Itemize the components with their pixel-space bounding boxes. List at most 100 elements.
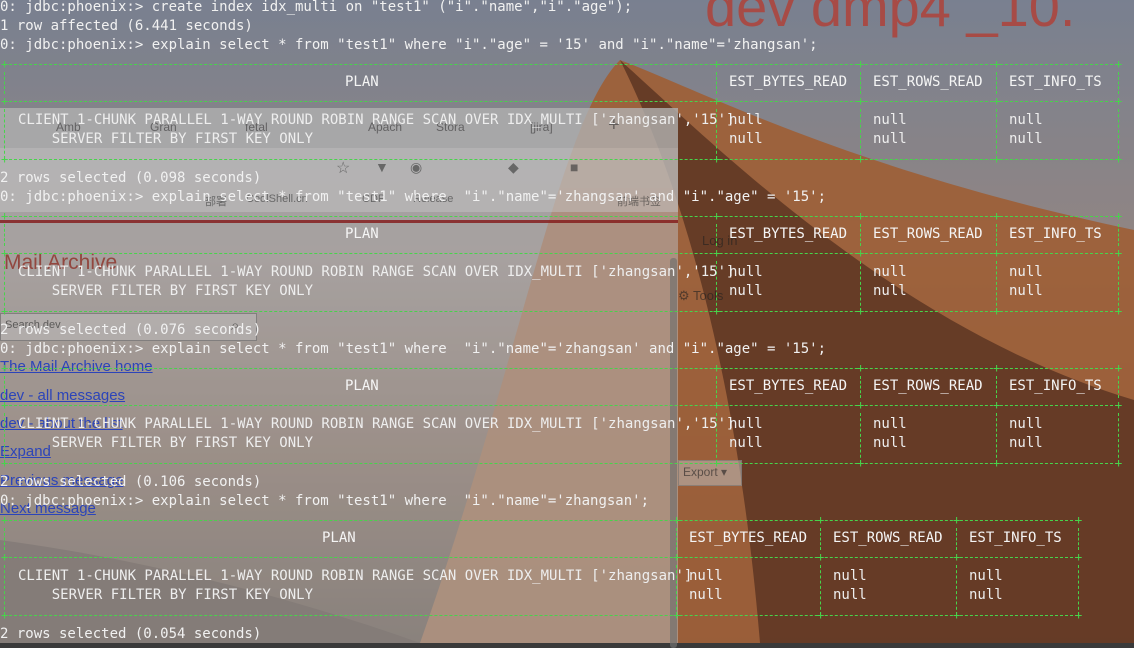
table-column-divider bbox=[4, 413, 5, 463]
table-border-line bbox=[4, 311, 1118, 312]
command-line: 0: jdbc:phoenix:> explain select * from … bbox=[0, 189, 827, 205]
column-header: PLAN bbox=[345, 74, 379, 90]
table-column-divider bbox=[996, 109, 997, 159]
table-corner-marker: + bbox=[713, 94, 721, 108]
result-line: 1 row affected (6.441 seconds) bbox=[0, 18, 253, 34]
table-corner-marker: + bbox=[1075, 550, 1083, 564]
column-header: EST_BYTES_READ bbox=[729, 378, 848, 394]
table-corner-marker: + bbox=[953, 550, 961, 564]
table-column-divider bbox=[860, 413, 861, 463]
table-border-line bbox=[4, 253, 1118, 254]
terminal-window[interactable]: 0: jdbc:phoenix:> create index idx_multi… bbox=[0, 0, 1134, 643]
command-line: 0: jdbc:phoenix:> create index idx_multi… bbox=[0, 0, 633, 15]
table-column-divider bbox=[860, 72, 861, 94]
table-corner-marker: + bbox=[673, 513, 681, 527]
command-line: 0: jdbc:phoenix:> explain select * from … bbox=[0, 37, 818, 53]
table-column-divider bbox=[860, 224, 861, 246]
estimate-cell: null bbox=[833, 568, 867, 584]
table-corner-marker: + bbox=[1, 361, 9, 375]
column-header: PLAN bbox=[345, 378, 379, 394]
plan-cell: CLIENT 1-CHUNK PARALLEL 1-WAY ROUND ROBI… bbox=[18, 416, 735, 432]
estimate-cell: null bbox=[969, 587, 1003, 603]
table-column-divider bbox=[860, 261, 861, 311]
estimate-cell: null bbox=[873, 283, 907, 299]
table-column-divider bbox=[956, 528, 957, 550]
table-column-divider bbox=[820, 565, 821, 615]
column-header: EST_ROWS_READ bbox=[873, 74, 983, 90]
table-column-divider bbox=[820, 528, 821, 550]
table-corner-marker: + bbox=[1, 246, 9, 260]
table-column-divider bbox=[996, 413, 997, 463]
table-column-divider bbox=[860, 376, 861, 398]
plan-cell: SERVER FILTER BY FIRST KEY ONLY bbox=[18, 587, 314, 603]
table-corner-marker: + bbox=[993, 94, 1001, 108]
table-column-divider bbox=[956, 565, 957, 615]
table-column-divider bbox=[996, 376, 997, 398]
table-corner-marker: + bbox=[1115, 209, 1123, 223]
estimate-cell: null bbox=[873, 416, 907, 432]
estimate-cell: null bbox=[1009, 416, 1043, 432]
table-border-line bbox=[4, 615, 1078, 616]
estimate-cell: null bbox=[833, 587, 867, 603]
plan-cell: SERVER FILTER BY FIRST KEY ONLY bbox=[18, 435, 314, 451]
table-column-divider bbox=[676, 528, 677, 550]
column-header: EST_BYTES_READ bbox=[729, 74, 848, 90]
estimate-cell: null bbox=[729, 131, 763, 147]
table-column-divider bbox=[1118, 72, 1119, 94]
table-corner-marker: + bbox=[993, 361, 1001, 375]
column-header: EST_ROWS_READ bbox=[873, 226, 983, 242]
estimate-cell: null bbox=[1009, 283, 1043, 299]
table-border-line bbox=[4, 520, 1078, 521]
table-column-divider bbox=[716, 72, 717, 94]
table-corner-marker: + bbox=[1115, 246, 1123, 260]
table-column-divider bbox=[996, 224, 997, 246]
table-corner-marker: + bbox=[1115, 398, 1123, 412]
table-border-line bbox=[4, 557, 1078, 558]
estimate-cell: null bbox=[873, 131, 907, 147]
table-column-divider bbox=[860, 109, 861, 159]
column-header: EST_INFO_TS bbox=[969, 530, 1062, 546]
table-border-line bbox=[4, 64, 1118, 65]
column-header: EST_ROWS_READ bbox=[833, 530, 943, 546]
table-corner-marker: + bbox=[1, 57, 9, 71]
column-header: PLAN bbox=[345, 226, 379, 242]
estimate-cell: null bbox=[873, 264, 907, 280]
table-corner-marker: + bbox=[713, 398, 721, 412]
table-border-line bbox=[4, 463, 1118, 464]
table-column-divider bbox=[1118, 224, 1119, 246]
table-corner-marker: + bbox=[817, 513, 825, 527]
table-column-divider bbox=[1078, 528, 1079, 550]
table-column-divider bbox=[4, 224, 5, 246]
table-border-line bbox=[4, 216, 1118, 217]
estimate-cell: null bbox=[873, 435, 907, 451]
estimate-cell: null bbox=[729, 112, 763, 128]
table-column-divider bbox=[4, 528, 5, 550]
column-header: EST_BYTES_READ bbox=[729, 226, 848, 242]
table-corner-marker: + bbox=[857, 246, 865, 260]
table-column-divider bbox=[4, 261, 5, 311]
estimate-cell: null bbox=[689, 568, 723, 584]
result-line: 2 rows selected (0.076 seconds) bbox=[0, 322, 262, 338]
table-corner-marker: + bbox=[1, 398, 9, 412]
table-corner-marker: + bbox=[713, 246, 721, 260]
estimate-cell: null bbox=[969, 568, 1003, 584]
table-corner-marker: + bbox=[1115, 94, 1123, 108]
table-corner-marker: + bbox=[993, 209, 1001, 223]
result-line: 2 rows selected (0.054 seconds) bbox=[0, 626, 262, 642]
plan-cell: SERVER FILTER BY FIRST KEY ONLY bbox=[18, 283, 314, 299]
table-border-line bbox=[4, 101, 1118, 102]
table-column-divider bbox=[4, 72, 5, 94]
table-corner-marker: + bbox=[857, 361, 865, 375]
column-header: EST_BYTES_READ bbox=[689, 530, 808, 546]
table-corner-marker: + bbox=[1115, 57, 1123, 71]
table-column-divider bbox=[4, 565, 5, 615]
column-header: EST_ROWS_READ bbox=[873, 378, 983, 394]
estimate-cell: null bbox=[729, 264, 763, 280]
estimate-cell: null bbox=[729, 416, 763, 432]
table-border-line bbox=[4, 159, 1118, 160]
estimate-cell: null bbox=[689, 587, 723, 603]
estimate-cell: null bbox=[873, 112, 907, 128]
table-column-divider bbox=[1118, 376, 1119, 398]
table-column-divider bbox=[716, 224, 717, 246]
table-corner-marker: + bbox=[857, 398, 865, 412]
